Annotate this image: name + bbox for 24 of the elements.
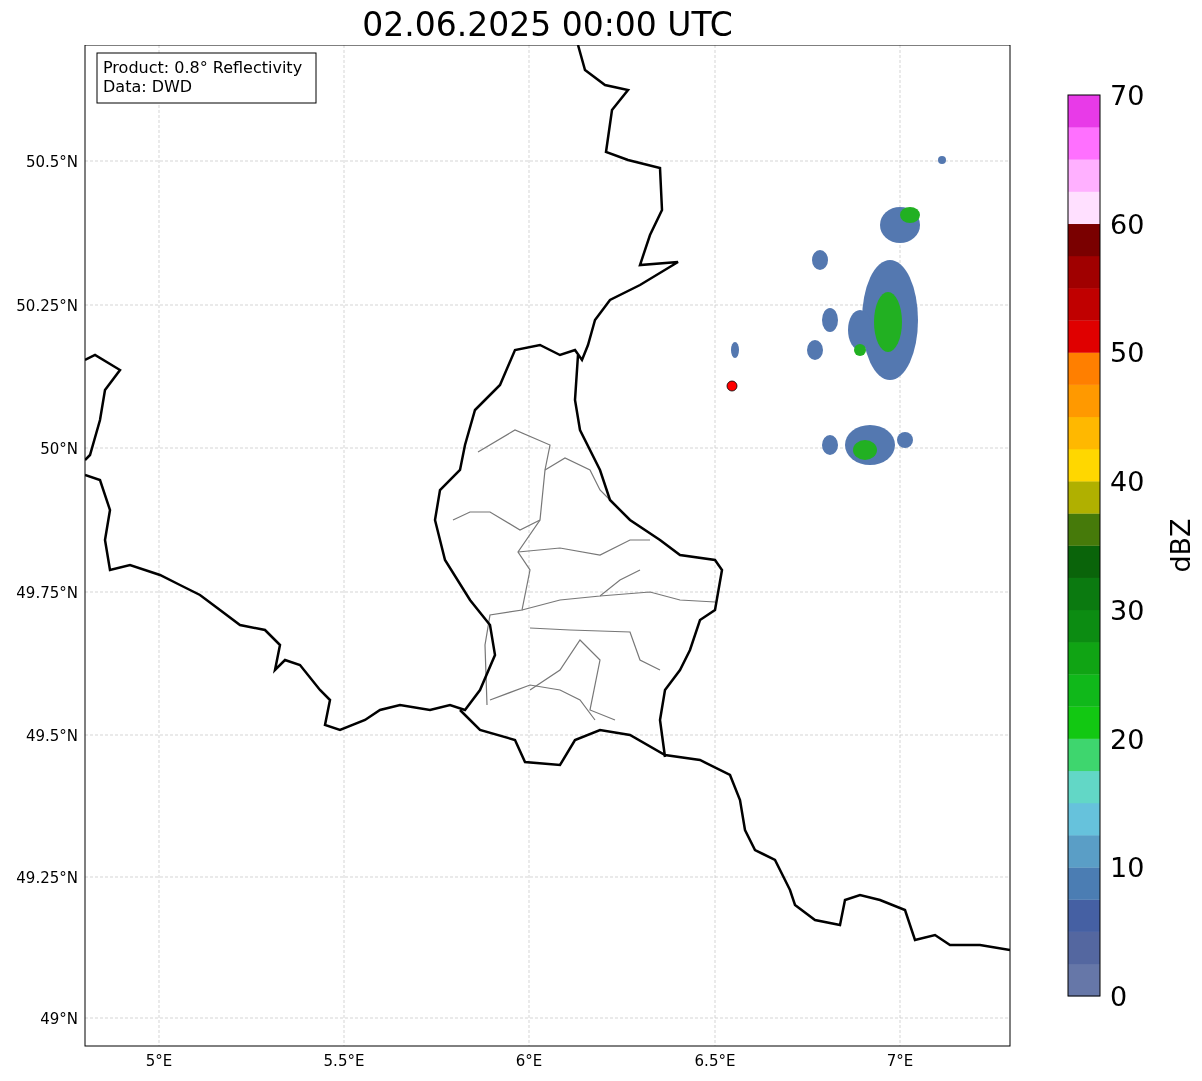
tick-label: 5.5°E: [323, 1052, 365, 1070]
tick-label: 49.5°N: [25, 727, 78, 745]
legend-text: Product: 0.8° Reflectivity: [103, 58, 303, 77]
tick-label: 0: [1110, 981, 1128, 1012]
tick-label: 40: [1110, 466, 1145, 498]
colorbar-label: dBZ: [1165, 518, 1196, 573]
legend-text: Data: DWD: [103, 77, 193, 96]
tick-label: 30: [1110, 594, 1145, 626]
tick-label: 50°N: [40, 440, 78, 458]
tick-label: 5°E: [145, 1052, 173, 1070]
tick-label: 60: [1110, 208, 1145, 240]
tick-label: 50.5°N: [25, 153, 78, 171]
tick-label: 50.25°N: [16, 297, 78, 315]
tick-label: 70: [1110, 80, 1145, 111]
tick-label: 49.25°N: [16, 869, 78, 887]
tick-label: 10: [1110, 852, 1145, 884]
tick-label: 6.5°E: [694, 1052, 736, 1070]
chart-title: 02.06.2025 00:00 UTC: [362, 5, 733, 45]
tick-label: 50: [1110, 337, 1145, 369]
tick-label: 7°E: [886, 1052, 914, 1070]
tick-label: 49°N: [40, 1010, 78, 1028]
tick-label: 20: [1110, 723, 1145, 755]
tick-label: 6°E: [515, 1052, 543, 1070]
tick-label: 49.75°N: [16, 584, 78, 602]
